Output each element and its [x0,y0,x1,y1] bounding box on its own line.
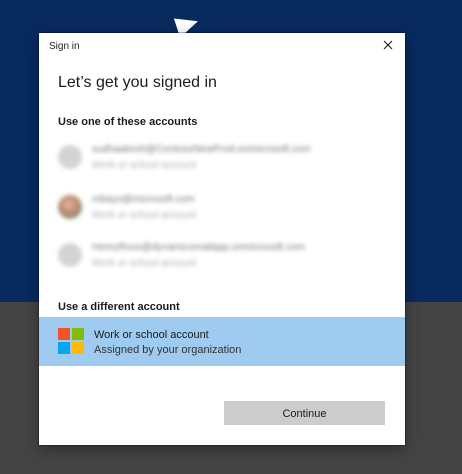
account-email: HenryRoss@dynamicsmailapp.onmicrosoft.co… [92,242,305,253]
account-item[interactable]: mbayo@microsoft.com Work or school accou… [58,193,378,231]
close-icon [383,40,393,50]
person-icon [58,243,82,267]
close-button[interactable] [381,38,395,52]
account-item[interactable]: HenryRoss@dynamicsmailapp.onmicrosoft.co… [58,241,378,279]
option-subtitle: Assigned by your organization [94,344,242,356]
account-type: Work or school account [92,210,197,221]
continue-button[interactable]: Continue [224,401,385,425]
sign-in-dialog: Sign in Let’s get you signed in Use one … [39,33,405,445]
account-email: mbayo@microsoft.com [92,194,195,205]
account-email: sudhaakesh@ContosoNewProd.onmicrosoft.co… [92,144,311,155]
work-or-school-account-option[interactable]: Work or school account Assigned by your … [39,317,405,366]
window-title: Sign in [49,41,80,52]
account-type: Work or school account [92,258,197,269]
person-icon [58,145,82,169]
existing-accounts-label: Use one of these accounts [58,116,198,128]
screen: Sign in Let’s get you signed in Use one … [0,0,462,474]
account-item[interactable]: sudhaakesh@ContosoNewProd.onmicrosoft.co… [58,143,378,181]
avatar [58,195,82,219]
page-title: Let’s get you signed in [58,74,217,91]
account-type: Work or school account [92,160,197,171]
option-title: Work or school account [94,329,209,341]
microsoft-logo-icon [58,328,84,354]
title-bar: Sign in [39,33,405,59]
different-account-label: Use a different account [58,301,180,313]
